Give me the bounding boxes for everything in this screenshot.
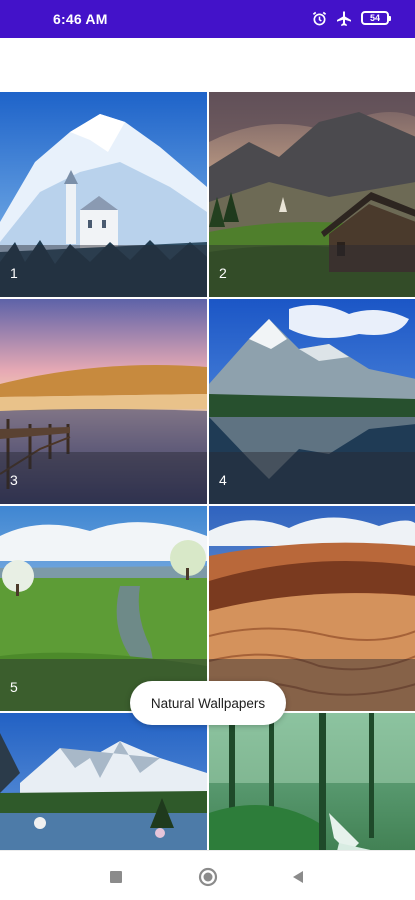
navigation-bar [0,850,415,900]
wallpaper-image-8 [209,713,415,850]
home-circle-icon[interactable] [198,867,218,887]
wallpaper-number-4: 4 [219,472,227,488]
wallpaper-grid: 1 2 3 4 5 [0,92,415,850]
status-time: 6:46 AM [53,11,108,27]
wallpaper-number-5: 5 [10,679,18,695]
status-bar: 6:46 AM 54 [0,0,415,38]
back-triangle-icon[interactable] [288,867,308,887]
status-icons: 54 [312,10,391,26]
wallpaper-tile-8[interactable] [209,713,415,850]
toast-message: Natural Wallpapers [130,681,286,725]
wallpaper-tile-7[interactable] [0,713,207,850]
battery-icon: 54 [361,11,391,25]
label-shade [0,452,207,504]
battery-level: 54 [369,13,380,23]
wallpaper-tile-4[interactable]: 4 [209,299,415,504]
label-shade [0,245,207,297]
alarm-icon [312,11,327,26]
wallpaper-tile-2[interactable]: 2 [209,92,415,297]
wallpaper-tile-1[interactable]: 1 [0,92,207,297]
wallpaper-number-3: 3 [10,472,18,488]
app-bar [0,38,415,92]
wallpaper-tile-3[interactable]: 3 [0,299,207,504]
wallpaper-image-7 [0,713,207,850]
airplane-mode-icon [336,10,352,26]
label-shade [209,452,415,504]
wallpaper-number-2: 2 [219,265,227,281]
wallpaper-number-1: 1 [10,265,18,281]
recents-square-icon[interactable] [106,867,126,887]
label-shade [209,245,415,297]
